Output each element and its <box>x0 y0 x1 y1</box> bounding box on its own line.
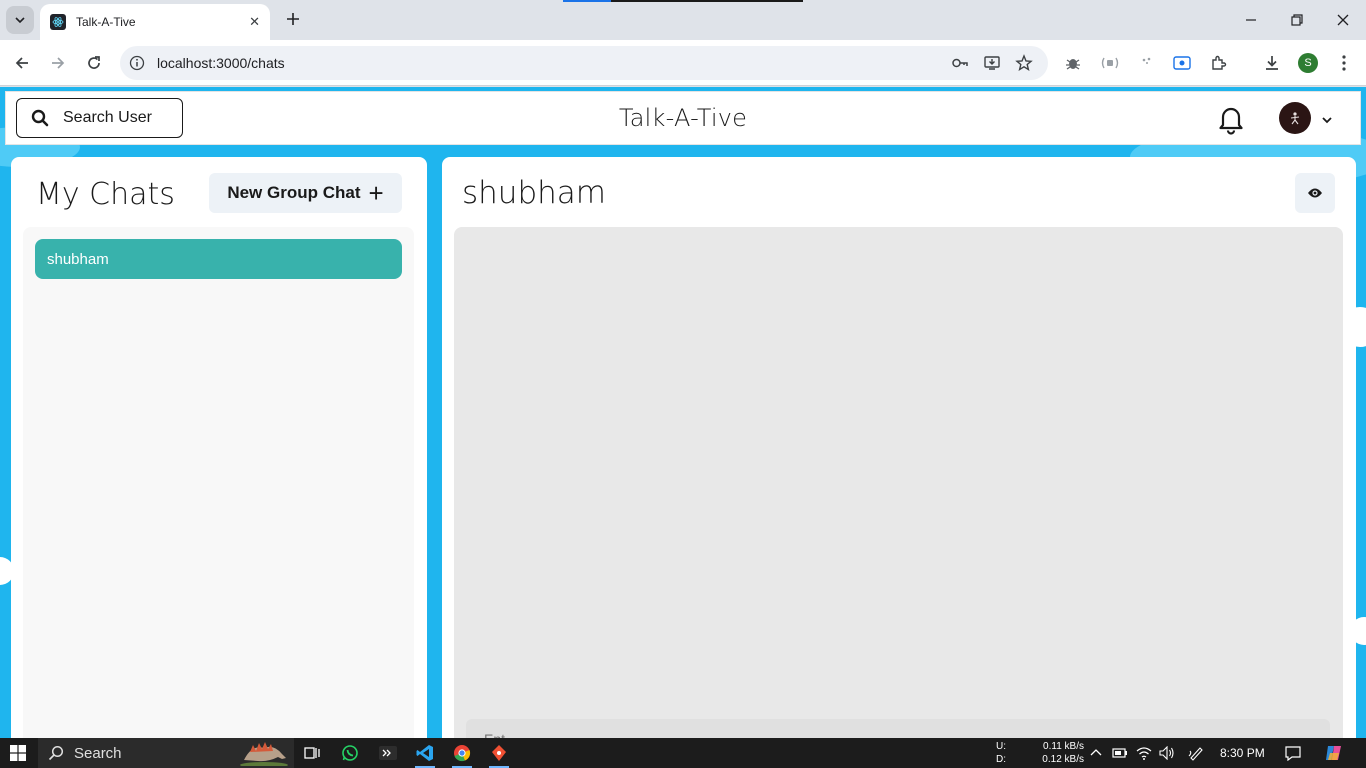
app-header: Search User Talk-A-Tive <box>5 91 1361 145</box>
chat-list-item[interactable]: shubham <box>35 239 402 279</box>
profile-avatar-button[interactable]: S <box>1294 49 1322 77</box>
new-group-chat-label: New Group Chat <box>227 183 361 202</box>
bookmark-star-icon[interactable] <box>1010 49 1038 77</box>
reload-icon <box>88 56 100 69</box>
extensions-puzzle-icon[interactable] <box>1205 49 1233 77</box>
profile-menu-chevron-icon[interactable] <box>1321 113 1333 131</box>
downloads-icon[interactable] <box>1258 49 1286 77</box>
app-brand-title: Talk-A-Tive <box>618 104 748 132</box>
whatsapp-icon[interactable] <box>336 741 364 765</box>
forward-button[interactable] <box>46 51 70 75</box>
new-tab-button[interactable] <box>282 8 304 30</box>
plus-icon: + <box>368 178 384 208</box>
reload-button[interactable] <box>82 51 106 75</box>
browser-tab-active[interactable]: Talk-A-Tive ✕ <box>40 4 270 40</box>
chat-list: shubham <box>23 227 414 738</box>
minimize-button[interactable] <box>1228 0 1274 40</box>
tab-search-button[interactable] <box>6 6 34 34</box>
restore-button[interactable] <box>1274 0 1320 40</box>
notification-center-icon[interactable] <box>1284 744 1302 762</box>
chat-box: shubham <box>442 157 1356 738</box>
windows-start-icon[interactable] <box>10 745 26 761</box>
task-view-icon[interactable] <box>298 741 326 765</box>
my-chats-panel: My Chats New Group Chat + shubham <box>11 157 427 738</box>
plus-icon <box>287 13 299 25</box>
bug-extension-icon[interactable] <box>1059 49 1087 77</box>
profile-initial: S <box>1298 53 1318 73</box>
taskbar-clock: 8:30 PM <box>1220 746 1265 760</box>
tray-overflow-chevron-icon[interactable] <box>1087 744 1105 762</box>
new-group-chat-button[interactable]: New Group Chat + <box>209 173 402 213</box>
search-icon <box>48 745 64 761</box>
loading-progress-bar <box>563 0 803 2</box>
taskbar-search-label: Search <box>74 744 122 762</box>
screen-capture-extension-icon[interactable] <box>1168 49 1196 77</box>
my-chats-heading: My Chats <box>36 177 175 212</box>
chat-list-item-name: shubham <box>47 250 109 268</box>
notification-bell-icon[interactable] <box>1215 103 1247 135</box>
url-text: localhost:3000/chats <box>157 55 285 71</box>
message-input[interactable] <box>466 719 1330 738</box>
wifi-icon[interactable] <box>1135 744 1153 762</box>
browser-menu-button[interactable] <box>1330 49 1358 77</box>
net-down-value: 0.12 kB/s <box>1042 754 1084 765</box>
back-button[interactable] <box>10 51 34 75</box>
install-app-icon[interactable] <box>978 49 1006 77</box>
sparkle-extension-icon[interactable] <box>1132 49 1160 77</box>
close-tab-icon[interactable]: ✕ <box>249 14 260 30</box>
minimize-icon <box>1246 19 1256 21</box>
user-avatar[interactable] <box>1279 102 1311 134</box>
arrow-right-icon <box>52 57 65 69</box>
chrome-icon[interactable] <box>448 741 476 768</box>
messages-area <box>454 227 1343 738</box>
terminal-icon[interactable] <box>374 741 402 765</box>
react-favicon-icon <box>50 14 66 30</box>
kebab-menu-icon <box>1342 55 1346 71</box>
browser-tab-strip: Talk-A-Tive ✕ <box>0 0 1366 40</box>
broadcast-extension-icon[interactable] <box>1096 49 1124 77</box>
view-profile-button[interactable] <box>1295 173 1335 213</box>
network-speed-readout: U: 0.11 kB/s D: 0.12 kB/s <box>996 740 1084 766</box>
git-app-icon[interactable] <box>485 741 513 768</box>
dinosaur-illustration-icon <box>240 742 288 766</box>
close-icon <box>1337 14 1349 26</box>
chevron-down-icon <box>15 17 25 24</box>
net-down-label: D: <box>996 754 1006 765</box>
app-background: Search User Talk-A-Tive My Chats New Gro… <box>0 87 1366 738</box>
vscode-icon[interactable] <box>411 741 439 768</box>
pen-ink-icon[interactable] <box>1187 744 1205 762</box>
avatar-figure-icon <box>1290 112 1300 125</box>
copilot-icon[interactable] <box>1323 744 1345 762</box>
eye-icon <box>1308 188 1322 198</box>
net-up-value: 0.11 kB/s <box>1043 741 1084 752</box>
volume-icon[interactable] <box>1158 744 1176 762</box>
arrow-left-icon <box>15 57 28 69</box>
browser-toolbar: localhost:3000/chats S <box>0 40 1366 86</box>
windows-taskbar: Search U: 0.11 kB/s D: 0.12 kB/s 8:30 PM <box>0 738 1366 768</box>
restore-icon <box>1291 14 1303 26</box>
chat-title: shubham <box>462 175 606 211</box>
taskbar-search-box[interactable]: Search <box>38 738 294 768</box>
battery-icon[interactable] <box>1111 744 1129 762</box>
address-bar[interactable]: localhost:3000/chats <box>120 46 1048 80</box>
close-window-button[interactable] <box>1320 0 1366 40</box>
tab-title: Talk-A-Tive <box>76 15 136 29</box>
password-key-icon[interactable] <box>946 49 974 77</box>
site-info-icon[interactable] <box>126 52 148 74</box>
net-up-label: U: <box>996 741 1006 752</box>
